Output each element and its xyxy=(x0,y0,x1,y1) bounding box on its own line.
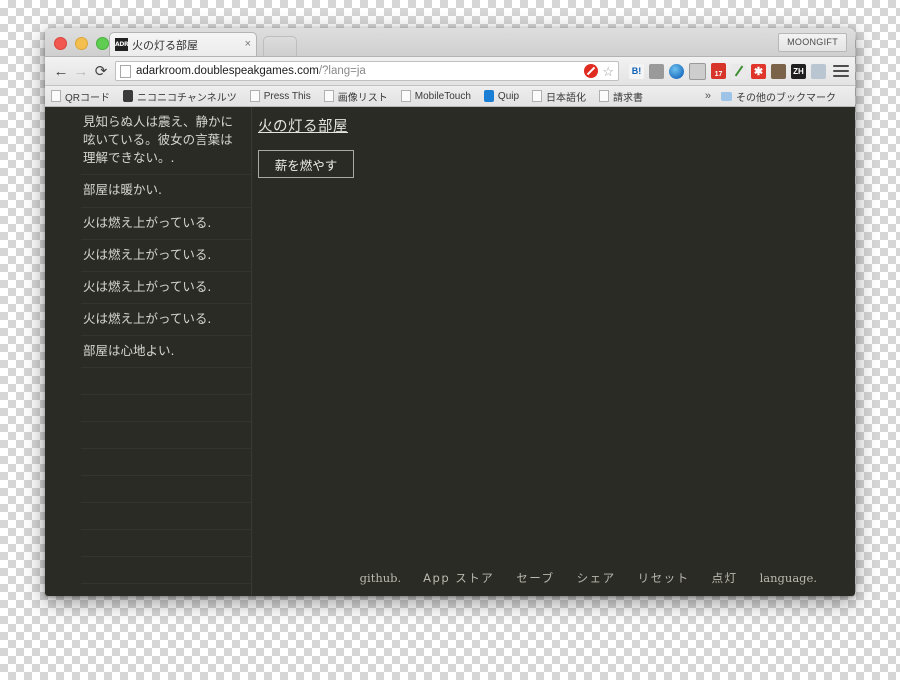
address-bar[interactable]: adarkroom.doublespeakgames.com/?lang=ja … xyxy=(115,61,619,81)
log-entry: 見知らぬ人は震え、静かに呟いている。彼女の言葉は理解できない。. xyxy=(81,107,251,176)
bookmark-label: 画像リスト xyxy=(337,92,388,104)
globe-icon[interactable] xyxy=(669,63,684,79)
log-entry-empty xyxy=(81,476,251,504)
doc-icon xyxy=(249,90,260,102)
log-entry: 火は燃え上がっている. xyxy=(81,272,251,304)
doc-icon xyxy=(532,90,543,102)
doc-icon xyxy=(51,90,61,102)
browser-toolbar: ← → ⟳ adarkroom.doublespeakgames.com/?la… xyxy=(45,57,855,86)
footer-link-github[interactable]: github. xyxy=(360,571,402,585)
url-host: adarkroom.doublespeakgames.com xyxy=(136,65,319,77)
eyedropper-icon[interactable] xyxy=(731,63,746,79)
footer-link-lights[interactable]: 点灯 xyxy=(712,570,738,586)
bookmarks-overflow-icon[interactable]: » xyxy=(705,90,711,102)
minimize-window-button[interactable] xyxy=(75,37,88,50)
log-entry: 火は燃え上がっている. xyxy=(81,304,251,336)
folder-icon xyxy=(721,91,732,101)
adr-favicon-icon: ADR xyxy=(115,38,129,51)
back-icon[interactable]: ← xyxy=(51,61,71,81)
log-entry-empty xyxy=(81,557,251,585)
log-entry: 火は燃え上がっている. xyxy=(81,240,251,272)
bookmark-label: Quip xyxy=(497,90,520,102)
other-bookmarks-folder[interactable]: その他のブックマーク xyxy=(721,89,836,104)
quip-icon xyxy=(483,90,494,102)
close-window-button[interactable] xyxy=(54,37,67,50)
forward-icon: → xyxy=(73,62,89,80)
stoke-fire-button[interactable]: 薪を燃やす xyxy=(258,150,354,178)
camera-icon[interactable] xyxy=(771,63,786,79)
page-viewport: 見知らぬ人は震え、静かに呟いている。彼女の言葉は理解できない。. 部屋は暖かい.… xyxy=(45,107,855,596)
url-path: /?lang=ja xyxy=(318,65,366,77)
adblock-status-icon[interactable] xyxy=(584,64,599,78)
log-entry: 部屋は暖かい. xyxy=(81,175,251,208)
reload-icon[interactable]: ⟳ xyxy=(91,61,111,81)
other-bookmarks-label: その他のブックマーク xyxy=(736,92,836,104)
event-log-panel: 見知らぬ人は震え、静かに呟いている。彼女の言葉は理解できない。. 部屋は暖かい.… xyxy=(81,107,252,596)
profile-button[interactable]: MOONGIFT xyxy=(778,33,847,52)
footer-link-save[interactable]: セーブ xyxy=(516,570,554,586)
window-controls xyxy=(54,37,109,50)
bookmark-nicovideo[interactable]: ニコニコチャンネルツ xyxy=(123,89,237,104)
doc-icon xyxy=(599,90,610,102)
log-entry: 火は燃え上がっている. xyxy=(81,208,251,240)
footer-link-reset[interactable]: リセット xyxy=(638,570,690,586)
bookmark-label: MobileTouch xyxy=(414,90,471,102)
log-entry: 部屋は心地よい. xyxy=(81,336,251,369)
chrome-menu-icon[interactable] xyxy=(833,64,849,79)
new-tab-button[interactable] xyxy=(263,36,297,56)
log-entry-empty xyxy=(81,503,251,531)
bookmark-image-list[interactable]: 画像リスト xyxy=(323,89,388,104)
tab-title: 火の灯る部屋 xyxy=(132,39,198,52)
doc-icon xyxy=(323,90,334,102)
bookmark-japanese-localization[interactable]: 日本語化 xyxy=(532,89,586,104)
footer-link-language[interactable]: language. xyxy=(760,571,817,585)
zh-translate-icon[interactable]: ZH xyxy=(791,63,806,79)
bookmark-label: 請求書 xyxy=(613,92,644,104)
bookmark-mobiletouch[interactable]: MobileTouch xyxy=(400,90,471,102)
close-tab-icon[interactable]: × xyxy=(241,39,251,50)
room-panel: 火の灯る部屋 薪を燃やす xyxy=(258,115,855,178)
asterisk-icon[interactable]: ✱ xyxy=(751,63,766,79)
maximize-window-button[interactable] xyxy=(96,37,109,50)
footer-link-app-store[interactable]: App ストア xyxy=(423,570,494,586)
bookmark-label: ニコニコチャンネルツ xyxy=(137,92,237,104)
browser-window: ADR 火の灯る部屋 × MOONGIFT ← → ⟳ adarkroom.do… xyxy=(45,28,855,596)
bookmark-label: 日本語化 xyxy=(546,92,587,104)
window-capture-icon[interactable] xyxy=(689,62,706,80)
hatena-bookmark-icon[interactable]: B! xyxy=(629,63,644,79)
doc-icon xyxy=(400,90,411,102)
evernote-clipper-icon[interactable] xyxy=(649,63,664,79)
bookmark-qr-code[interactable]: QRコード xyxy=(51,89,110,104)
tab-copy-icon[interactable] xyxy=(811,63,826,79)
bookmark-invoice[interactable]: 請求書 xyxy=(599,89,643,104)
tab-strip: ADR 火の灯る部屋 × MOONGIFT xyxy=(45,28,855,57)
footer-link-share[interactable]: シェア xyxy=(577,570,616,586)
bookmark-press-this[interactable]: Press This xyxy=(249,90,311,102)
url-text: adarkroom.doublespeakgames.com/?lang=ja xyxy=(136,65,584,77)
log-entry-empty xyxy=(81,395,251,423)
log-entry-empty xyxy=(81,449,251,477)
log-entry-empty xyxy=(81,584,251,596)
log-entry-empty xyxy=(81,422,251,450)
todoist-icon[interactable]: 17 xyxy=(711,63,726,79)
bookmark-star-icon[interactable]: ☆ xyxy=(602,65,614,78)
bookmark-label: QRコード xyxy=(65,92,110,104)
browser-tab[interactable]: ADR 火の灯る部屋 × xyxy=(109,32,257,56)
bookmarks-bar: QRコード ニコニコチャンネルツ Press This 画像リスト Mobile… xyxy=(45,86,855,107)
bookmark-quip[interactable]: Quip xyxy=(483,90,520,102)
footer-menu: github. App ストア セーブ シェア リセット 点灯 language… xyxy=(360,570,817,586)
page-title[interactable]: 火の灯る部屋 xyxy=(258,115,348,136)
log-entry-empty xyxy=(81,368,251,396)
page-info-icon xyxy=(120,64,131,78)
bookmark-label: Press This xyxy=(263,90,311,102)
nicovideo-icon xyxy=(123,90,133,102)
log-entry-empty xyxy=(81,530,251,558)
